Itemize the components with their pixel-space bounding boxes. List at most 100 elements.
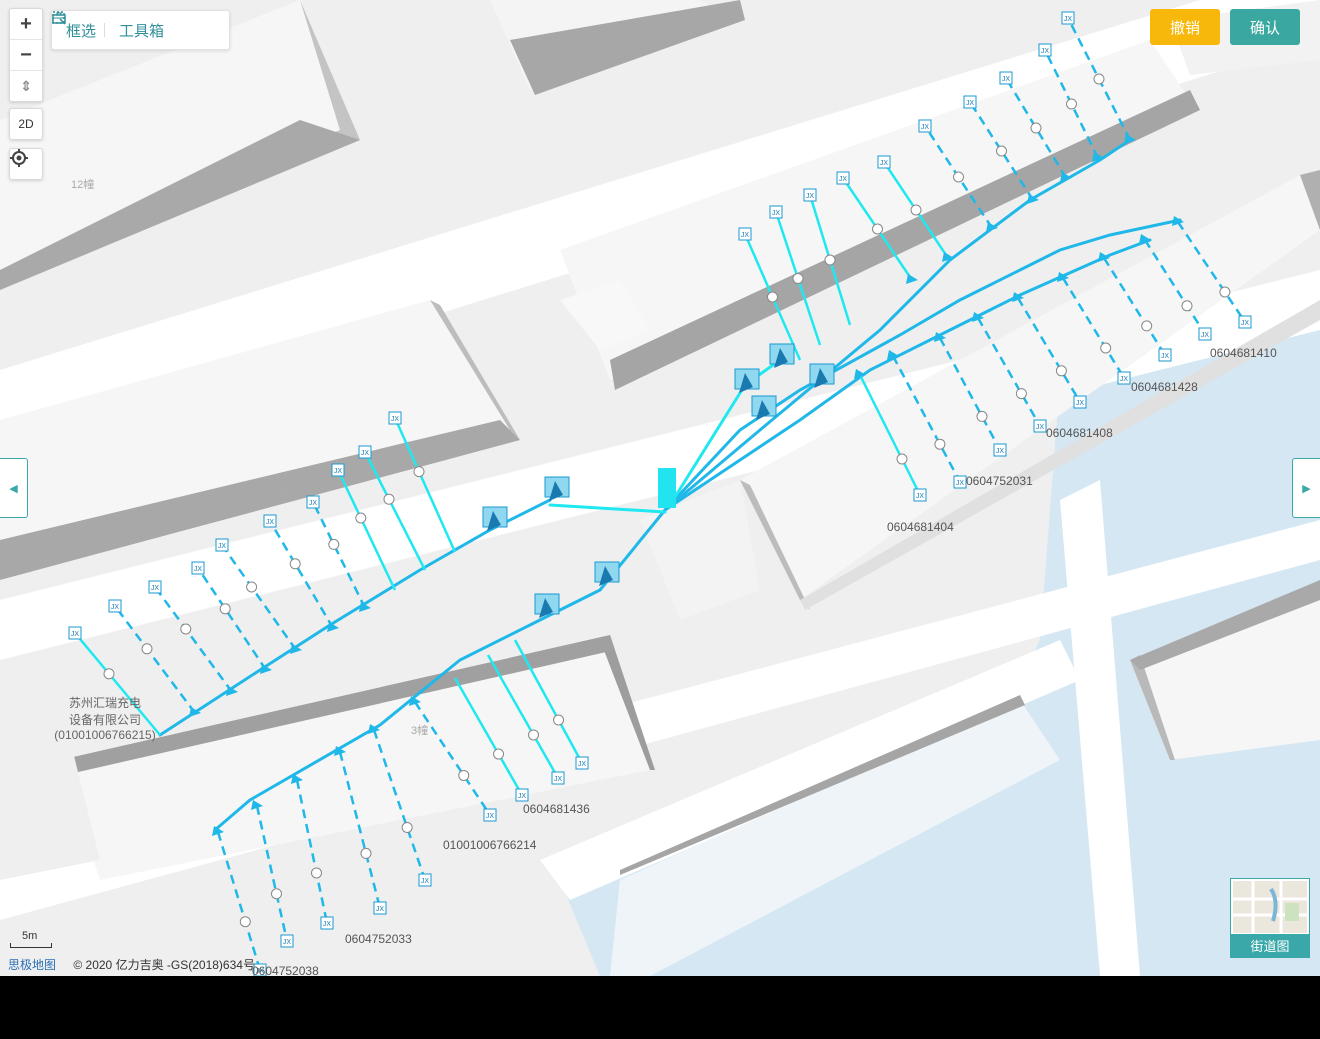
svg-text:JX: JX — [741, 232, 750, 239]
svg-text:JX: JX — [323, 921, 332, 928]
junction-box: JX — [836, 171, 850, 185]
street-view-thumbnail — [1233, 881, 1307, 933]
scale-bar: 5m — [10, 930, 52, 948]
junction-box: JX — [191, 561, 205, 575]
meter-node — [401, 822, 413, 833]
junction-box: JX — [1073, 395, 1087, 409]
meter-node — [996, 145, 1007, 157]
junction-box: JX — [1158, 348, 1172, 362]
zoom-in-button[interactable]: + — [10, 9, 42, 40]
pole-marker — [906, 274, 918, 284]
meter-node — [934, 438, 946, 450]
svg-text:JX: JX — [1076, 400, 1085, 407]
meter-node — [289, 558, 301, 570]
view-mode-toggle[interactable]: 2D — [9, 108, 43, 140]
junction-box: JX — [306, 495, 320, 509]
meter-node — [219, 603, 231, 615]
meter-node — [239, 916, 251, 928]
junction-box: JX — [953, 475, 967, 489]
locate-icon — [10, 149, 28, 167]
pole-marker — [1172, 216, 1184, 226]
meter-node — [792, 273, 804, 284]
map-toolbar: 框选 工具箱 — [51, 10, 230, 50]
svg-text:JX: JX — [1002, 76, 1011, 83]
svg-text:JX: JX — [151, 585, 160, 592]
svg-text:JX: JX — [71, 631, 80, 638]
meter-node — [553, 714, 565, 726]
street-view-button[interactable]: 街道图 — [1230, 878, 1310, 958]
toolbox-tool[interactable]: 工具箱 — [52, 12, 172, 41]
svg-text:JX: JX — [376, 906, 385, 913]
meter-node — [1015, 388, 1027, 400]
meter-label: 0604752038 — [252, 964, 319, 976]
meter-label: 0604681408 — [1046, 426, 1113, 440]
meter-node — [528, 729, 539, 741]
compass-button[interactable]: ⇕ — [10, 71, 42, 101]
zoom-out-button[interactable]: − — [10, 40, 42, 71]
building-label-3: 3幢 — [411, 725, 429, 737]
junction-box: JX — [738, 227, 752, 241]
svg-text:JX: JX — [421, 878, 430, 885]
transformer-icon — [594, 561, 620, 586]
junction-box: JX — [148, 580, 162, 594]
locate-button[interactable] — [9, 148, 43, 180]
meter-label: 0604752033 — [345, 932, 412, 946]
svg-text:JX: JX — [334, 468, 343, 475]
meter-node — [328, 538, 340, 550]
junction-box: JX — [108, 599, 122, 613]
meter-label: 01001006766214 — [443, 838, 537, 852]
meter-node — [458, 769, 470, 781]
meter-node — [824, 254, 836, 266]
panel-left-toggle[interactable]: ◀ — [0, 458, 28, 518]
junction-box: JX — [1117, 371, 1131, 385]
meter-node — [767, 291, 778, 303]
chevron-right-icon: ▶ — [1302, 482, 1311, 495]
transformer-icon — [751, 395, 777, 420]
panel-right-toggle[interactable]: ▶ — [1292, 458, 1320, 518]
box-select-label: 框选 — [66, 22, 97, 40]
svg-text:JX: JX — [554, 776, 563, 783]
toolbox-label: 工具箱 — [119, 22, 165, 40]
svg-text:JX: JX — [283, 939, 292, 946]
svg-text:JX: JX — [218, 543, 227, 550]
map-layer: JX JX JX JX JX JX JX JX JX JX JX JX JX JX JX JX JX JX JX JX… — [0, 0, 1320, 976]
svg-text:JX: JX — [1036, 424, 1045, 431]
meter-label: 0604681404 — [887, 520, 954, 534]
meter-node — [1055, 365, 1067, 377]
transformer-icon — [482, 506, 508, 531]
meter-node — [910, 204, 922, 216]
junction-box: JX — [215, 538, 229, 552]
junction-box: JX — [358, 445, 372, 459]
svg-text:JX: JX — [1064, 16, 1073, 23]
junction-box: JX — [320, 916, 334, 930]
company-label-line1: 苏州汇瑞充电 — [68, 696, 141, 710]
attribution-brand[interactable]: 思极地图 — [8, 958, 56, 972]
map-canvas[interactable]: JX JX JX JX JX JX JX JX JX JX JX JX JX JX JX JX JX JX JX JX… — [0, 0, 1320, 976]
junction-box: JX — [1198, 327, 1212, 341]
meter-node — [896, 453, 908, 465]
junction-box: JX — [803, 188, 817, 202]
confirm-button[interactable]: 确认 — [1230, 9, 1300, 45]
undo-button[interactable]: 撤销 — [1150, 9, 1220, 45]
street-view-label: 街道图 — [1231, 934, 1309, 957]
meter-label: 0604681428 — [1131, 380, 1198, 394]
svg-text:JX: JX — [309, 500, 318, 507]
junction-box: JX — [373, 901, 387, 915]
junction-box: JX — [68, 626, 82, 640]
map-attribution: 思极地图 © 2020 亿力吉奥 -GS(2018)634号 — [8, 956, 255, 973]
junction-box: JX — [918, 119, 932, 133]
svg-text:JX: JX — [880, 160, 889, 167]
scale-line — [10, 943, 52, 948]
junction-box: JX — [575, 756, 589, 770]
toolbox-icon — [52, 12, 66, 24]
building-label-12: 12幢 — [71, 179, 95, 191]
svg-text:JX: JX — [1201, 332, 1210, 339]
junction-box: JX — [483, 808, 497, 822]
junction-box: JX — [999, 71, 1013, 85]
scale-label: 5m — [22, 930, 38, 942]
junction-box: JX — [331, 463, 345, 477]
company-label: 苏州汇瑞充电 设备有限公司 (01001006766215) — [50, 694, 160, 742]
meter-node — [1100, 342, 1112, 354]
transformer-icon — [534, 593, 560, 618]
svg-text:JX: JX — [391, 416, 400, 423]
